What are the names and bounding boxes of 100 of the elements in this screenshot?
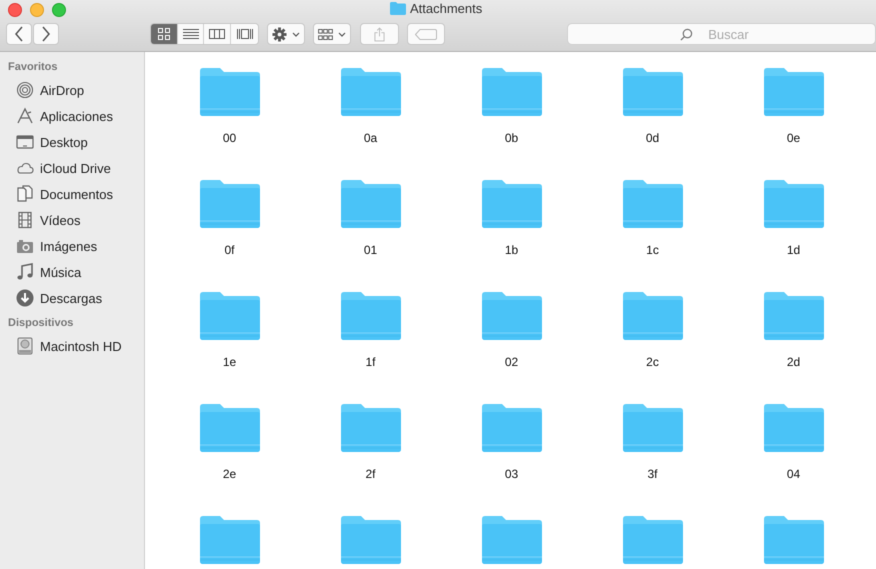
- window-title: Attachments: [410, 1, 482, 16]
- folder-name: 04: [786, 467, 800, 481]
- folder-icon: [390, 2, 406, 15]
- search-icon: [680, 28, 693, 41]
- sidebar-label: Imágenes: [40, 238, 98, 254]
- folder-icon[interactable]: [622, 180, 682, 228]
- tags-button[interactable]: [406, 23, 445, 45]
- sidebar-item[interactable]: iCloud Drive: [0, 155, 144, 181]
- folder-name: 01: [364, 243, 378, 257]
- folder-name: 1d: [786, 243, 800, 257]
- gear-icon: [272, 26, 288, 42]
- documents-icon: [16, 185, 34, 203]
- sidebar-item[interactable]: Aplicaciones: [0, 103, 144, 129]
- folder-icon[interactable]: [482, 180, 542, 228]
- folder-name: 02: [504, 355, 518, 369]
- sidebar-label: Aplicaciones: [40, 108, 113, 124]
- sidebar-label: Descargas: [40, 290, 102, 306]
- sidebar-item[interactable]: Descargas: [0, 285, 144, 311]
- folder-icon[interactable]: [622, 292, 682, 340]
- tag-icon: [414, 28, 437, 40]
- folder-icon[interactable]: [200, 68, 260, 116]
- sidebar-label: AirDrop: [40, 82, 84, 98]
- sidebar-item[interactable]: Imágenes: [0, 233, 144, 259]
- caret-icon: [338, 32, 346, 36]
- folder-name: 0d: [646, 131, 660, 145]
- folder-icon[interactable]: [482, 68, 542, 116]
- forward-button[interactable]: [33, 23, 59, 45]
- column-view-button[interactable]: [204, 24, 232, 44]
- arrange-menu-button[interactable]: [313, 23, 352, 45]
- share-button[interactable]: [360, 23, 399, 45]
- search-field[interactable]: Buscar: [566, 23, 876, 45]
- close-button[interactable]: [8, 2, 22, 16]
- desktop-icon: [16, 133, 34, 151]
- view-switcher[interactable]: [150, 23, 259, 45]
- hard-drive-icon: [16, 337, 34, 355]
- folder-name: 1b: [504, 243, 518, 257]
- folder-name: 1f: [365, 355, 376, 369]
- folder-icon[interactable]: [764, 404, 824, 452]
- folder-icon[interactable]: [482, 292, 542, 340]
- chevron-right-icon: [41, 26, 51, 42]
- sidebar-label: Desktop: [40, 134, 88, 150]
- folder-name: 1c: [646, 243, 659, 257]
- folder-icon[interactable]: [764, 516, 824, 564]
- sidebar-item[interactable]: Vídeos: [0, 207, 144, 233]
- folder-icon[interactable]: [482, 516, 542, 564]
- folder-icon[interactable]: [622, 68, 682, 116]
- folder-name: 3f: [647, 467, 658, 481]
- folder-icon[interactable]: [200, 404, 260, 452]
- folder-name: 00: [222, 131, 236, 145]
- folder-icon[interactable]: [764, 180, 824, 228]
- folder-icon[interactable]: [622, 516, 682, 564]
- action-menu-button[interactable]: [266, 23, 306, 45]
- sidebar-item[interactable]: Documentos: [0, 181, 144, 207]
- section-heading: Favoritos: [7, 60, 59, 75]
- folder-icon[interactable]: [764, 68, 824, 116]
- folder-icon[interactable]: [482, 404, 542, 452]
- folder-icon[interactable]: [622, 404, 682, 452]
- sidebar-label: iCloud Drive: [40, 160, 111, 176]
- sidebar-label: Documentos: [40, 186, 113, 202]
- folder-name: 0e: [786, 131, 800, 145]
- share-icon: [374, 26, 386, 42]
- music-note-icon: [16, 263, 34, 281]
- download-icon: [16, 289, 34, 307]
- cover-flow-icon: [236, 26, 254, 42]
- chevron-left-icon: [14, 26, 24, 42]
- sidebar-label: Vídeos: [40, 212, 80, 228]
- folder-icon[interactable]: [340, 404, 400, 452]
- sidebar-label: Música: [40, 264, 82, 280]
- folder-icon[interactable]: [340, 180, 400, 228]
- folder-icon[interactable]: [340, 516, 400, 564]
- folder-name: 0b: [504, 131, 518, 145]
- grid-icon: [318, 28, 334, 40]
- folder-name: 03: [504, 467, 518, 481]
- folder-name: 0f: [224, 243, 234, 257]
- folder-icon[interactable]: [200, 516, 260, 564]
- folder-icon[interactable]: [340, 68, 400, 116]
- folder-name: 2f: [365, 467, 376, 481]
- sidebar-item[interactable]: Desktop: [0, 129, 144, 155]
- folder-name: 2e: [222, 467, 236, 481]
- folder-name: 2d: [786, 355, 800, 369]
- section-heading: Dispositivos: [7, 316, 74, 331]
- zoom-button[interactable]: [52, 2, 66, 16]
- columns-icon: [208, 26, 226, 42]
- sidebar-item[interactable]: Macintosh HD: [0, 333, 144, 359]
- cover-flow-button[interactable]: [231, 24, 258, 44]
- list-icon: [182, 26, 200, 42]
- back-button[interactable]: [6, 23, 32, 45]
- folder-name: 2c: [646, 355, 659, 369]
- list-view-button[interactable]: [178, 24, 204, 44]
- minimize-button[interactable]: [30, 2, 44, 16]
- folder-icon[interactable]: [200, 180, 260, 228]
- folder-icon[interactable]: [764, 292, 824, 340]
- sidebar-label: Macintosh HD: [40, 338, 122, 354]
- caret-icon: [292, 32, 300, 36]
- folder-icon[interactable]: [340, 292, 400, 340]
- sidebar-item[interactable]: AirDrop: [0, 77, 144, 103]
- icon-view-button[interactable]: [151, 24, 178, 44]
- folder-icon[interactable]: [200, 292, 260, 340]
- sidebar-item[interactable]: Música: [0, 259, 144, 285]
- camera-icon: [16, 237, 34, 255]
